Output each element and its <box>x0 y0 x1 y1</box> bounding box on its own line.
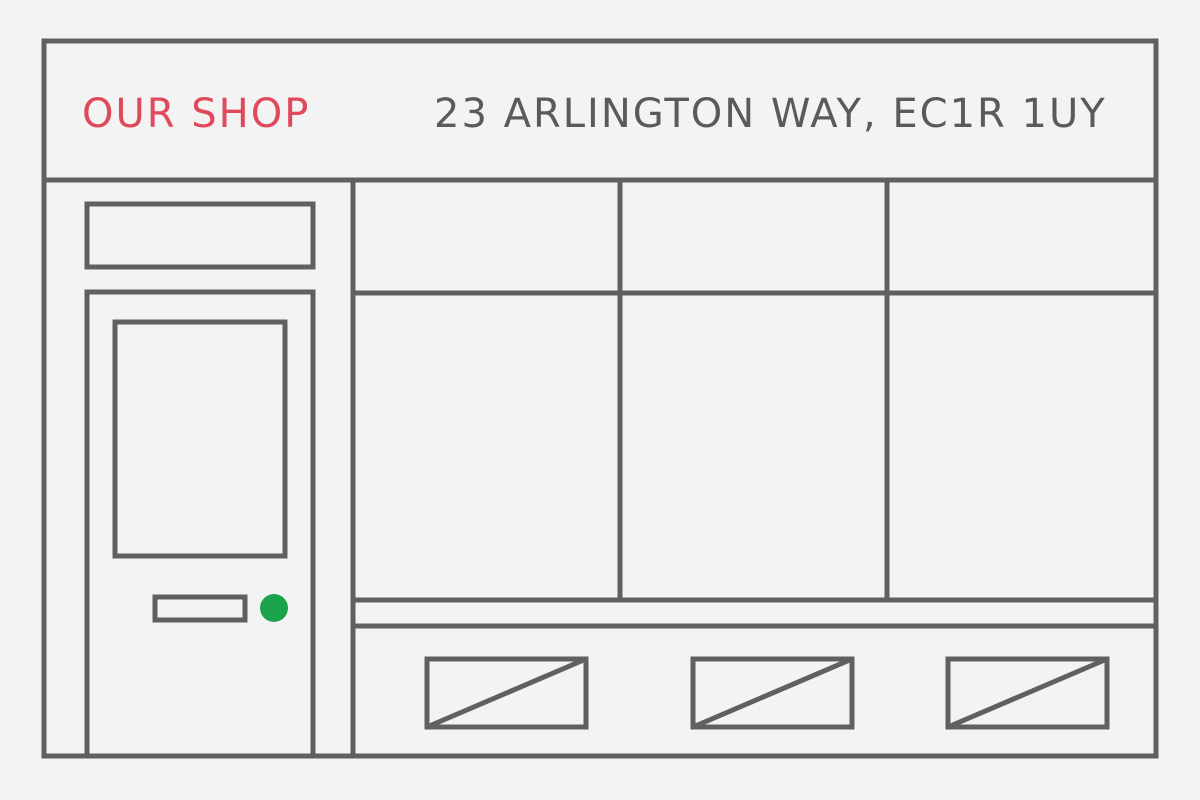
vent-slash <box>947 656 1108 730</box>
shop-address: 23 ARLINGTON WAY, EC1R 1UY <box>434 91 1107 137</box>
door[interactable] <box>84 289 316 759</box>
vent-slash <box>426 656 587 730</box>
shopfront-illustration: OUR SHOP 23 ARLINGTON WAY, EC1R 1UY <box>0 0 1200 800</box>
door-fanlight <box>84 201 316 270</box>
door-knob-icon[interactable] <box>260 594 288 622</box>
shop-name: OUR SHOP <box>82 91 311 137</box>
shopfront-outline <box>41 38 1159 759</box>
vent-slash <box>692 656 853 730</box>
letterbox-icon <box>152 594 248 623</box>
door-glass-panel <box>112 319 288 559</box>
